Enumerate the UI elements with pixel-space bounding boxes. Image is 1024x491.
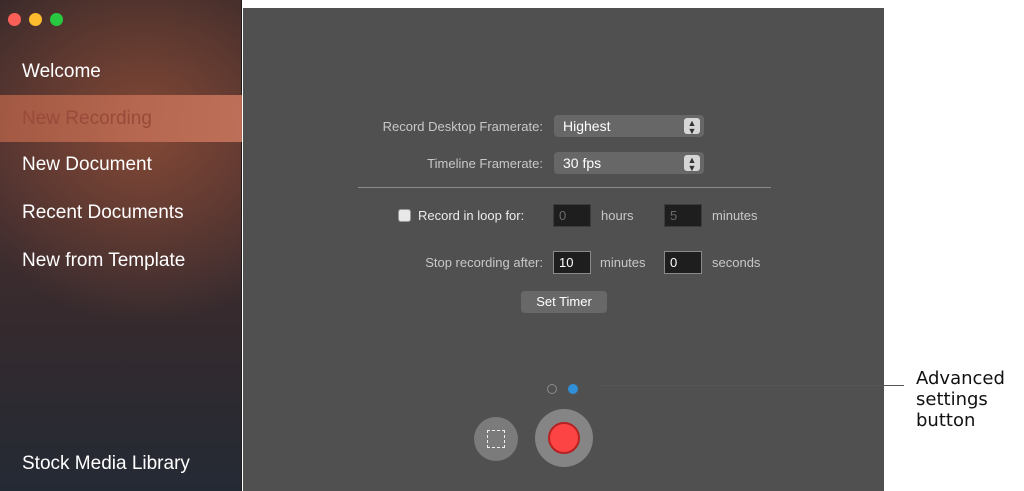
chevron-up-down-icon: ▲ ▼ [684, 118, 700, 136]
timeline-framerate-select[interactable]: 30 fps ▲ ▼ [554, 152, 704, 174]
minutes-unit-label: minutes [712, 208, 758, 223]
recording-settings-panel: Record Desktop Framerate: Highest ▲ ▼ Tim… [243, 0, 884, 491]
set-timer-button[interactable]: Set Timer [521, 291, 607, 313]
app-window: Welcome New Recording New Document Recen… [0, 0, 884, 491]
selection-area-icon [487, 430, 505, 448]
window-controls [8, 13, 63, 26]
stop-seconds-field[interactable]: 0 [664, 251, 702, 274]
desktop-framerate-value: Highest [563, 118, 611, 134]
hours-unit-label: hours [601, 208, 634, 223]
sidebar: Welcome New Recording New Document Recen… [0, 0, 242, 491]
stop-minutes-unit-label: minutes [600, 255, 646, 270]
select-area-button[interactable] [474, 417, 518, 461]
sidebar-item-stock-media-library[interactable]: Stock Media Library [0, 440, 242, 487]
timeline-framerate-label: Timeline Framerate: [427, 156, 543, 171]
stop-minutes-field[interactable]: 10 [553, 251, 591, 274]
desktop-framerate-label: Record Desktop Framerate: [382, 119, 543, 134]
sidebar-item-new-from-template[interactable]: New from Template [0, 237, 242, 284]
timeline-framerate-value: 30 fps [563, 155, 602, 171]
loop-checkbox[interactable] [398, 209, 411, 222]
seconds-unit-label: seconds [712, 255, 761, 270]
callout-line [597, 385, 904, 386]
loop-hours-field[interactable]: 0 [553, 204, 591, 227]
close-window-button[interactable] [8, 13, 21, 26]
sidebar-item-welcome[interactable]: Welcome [0, 48, 242, 95]
callout-annotation: Advanced settings button [916, 368, 1005, 431]
zoom-window-button[interactable] [50, 13, 63, 26]
desktop-framerate-select[interactable]: Highest ▲ ▼ [554, 115, 704, 137]
page-dot-basic[interactable] [547, 384, 557, 394]
record-icon [548, 422, 580, 454]
sidebar-item-recent-documents[interactable]: Recent Documents [0, 189, 242, 236]
advanced-settings-button[interactable] [568, 384, 578, 394]
minimize-window-button[interactable] [29, 13, 42, 26]
stop-recording-label: Stop recording after: [425, 255, 543, 270]
chevron-up-down-icon: ▲ ▼ [684, 155, 700, 173]
section-divider [358, 187, 771, 188]
sidebar-item-new-document[interactable]: New Document [0, 141, 242, 188]
sidebar-item-new-recording[interactable]: New Recording [0, 95, 242, 142]
loop-minutes-field[interactable]: 5 [664, 204, 702, 227]
record-button[interactable] [535, 409, 593, 467]
loop-label: Record in loop for: [418, 208, 525, 223]
